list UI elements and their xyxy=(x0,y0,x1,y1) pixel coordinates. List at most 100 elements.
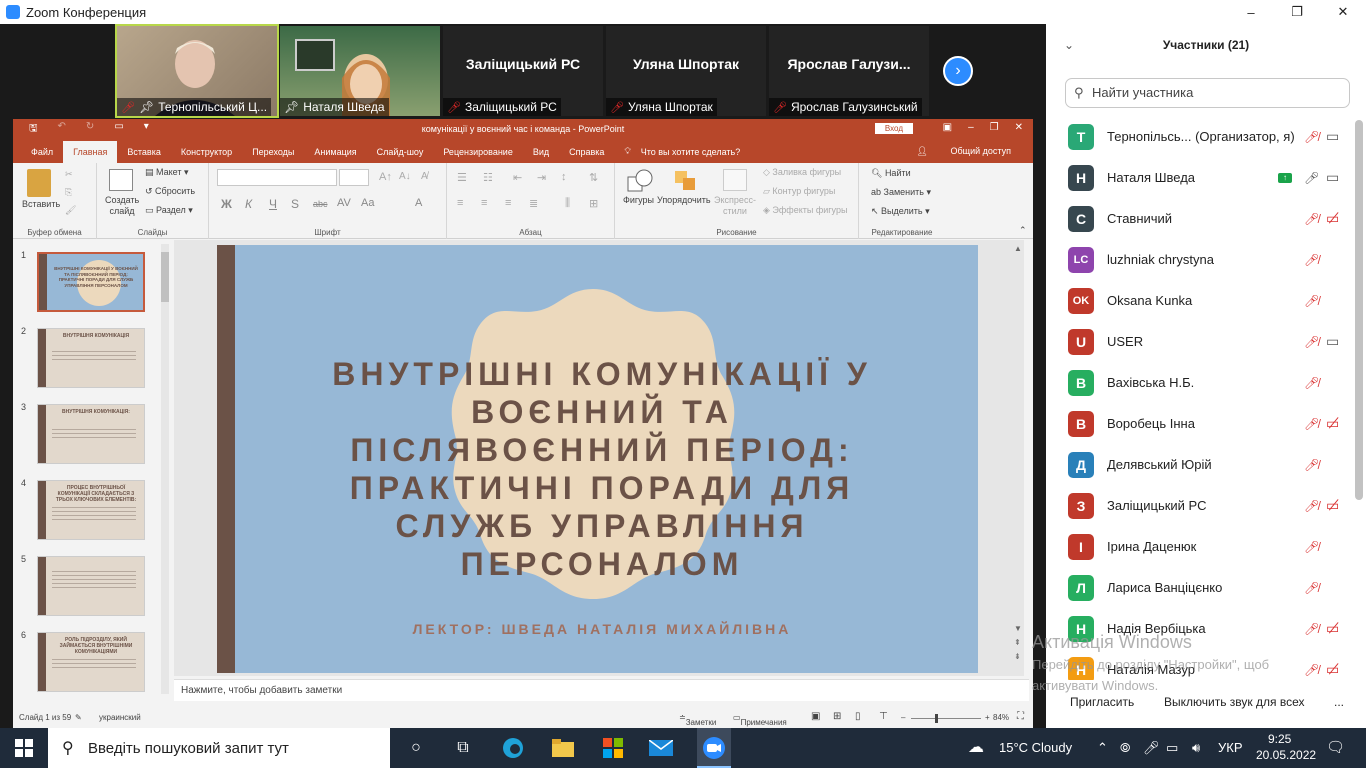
mic-muted-icon[interactable]: 🎤︎̸ xyxy=(1304,376,1319,390)
scroll-up-icon[interactable]: ▲ xyxy=(1014,244,1022,253)
clear-format-icon[interactable]: A̸ xyxy=(421,171,428,182)
thumbnail-slide-6[interactable]: РОЛЬ ПІДРОЗДІЛУ, ЯКИЙ ЗАЙМАЄТЬСЯ ВНУТРІШ… xyxy=(37,632,145,692)
thumbnail-slide-5[interactable] xyxy=(37,556,145,616)
participant-row[interactable]: B Воробець Інна 🎤︎̸ ▭̸ xyxy=(1046,403,1356,444)
italic-button[interactable]: К xyxy=(245,197,252,211)
file-explorer-icon[interactable] xyxy=(550,736,576,760)
weather-text[interactable]: 15°C Cloudy xyxy=(999,740,1072,755)
font-size-select[interactable] xyxy=(339,169,369,186)
edge-icon[interactable] xyxy=(500,736,526,760)
camera-off-icon[interactable]: ▭̸ xyxy=(1326,620,1339,637)
reading-view-icon[interactable]: ▯ xyxy=(855,711,861,722)
arrange-button[interactable]: Упорядочить xyxy=(657,195,711,205)
tab-view[interactable]: Вид xyxy=(523,147,559,163)
participant-row[interactable]: OK Oksana Kunka 🎤︎̸ xyxy=(1046,280,1356,321)
participant-row[interactable]: LC luzhniak chrystyna 🎤︎̸ xyxy=(1046,239,1356,280)
customize-icon[interactable]: ▾ xyxy=(144,121,149,138)
mic-muted-icon[interactable]: 🎤︎̸ xyxy=(1304,130,1319,144)
share-button[interactable]: 👤︎ Общий доступ xyxy=(907,146,1021,157)
new-slide-icon[interactable] xyxy=(109,169,133,191)
input-language[interactable]: УКР xyxy=(1218,740,1243,755)
strike-button[interactable]: abc xyxy=(313,199,328,209)
shape-fill-button[interactable]: ◇ Заливка фигуры xyxy=(763,167,841,178)
numbering-icon[interactable]: ☷ xyxy=(483,171,493,184)
tray-network-icon[interactable]: ▭ xyxy=(1166,740,1178,756)
reset-button[interactable]: ↺ Сбросить xyxy=(145,186,195,197)
redo-icon[interactable]: ↻ xyxy=(86,121,94,138)
camera-off-icon[interactable]: ▭̸ xyxy=(1326,210,1339,227)
camera-off-icon[interactable]: ▭̸ xyxy=(1326,415,1339,432)
clock-time[interactable]: 9:25 xyxy=(1268,732,1291,746)
shadow-button[interactable]: S xyxy=(291,197,299,211)
language-indicator[interactable]: украинский xyxy=(99,713,141,722)
mic-muted-icon[interactable]: 🎤︎̸ xyxy=(1304,540,1319,554)
taskbar-search-input[interactable]: ⚲ Введіть пошуковий запит тут xyxy=(48,728,390,768)
align-right-icon[interactable]: ≡ xyxy=(505,197,511,209)
task-view-icon[interactable]: ⧉ xyxy=(450,736,476,760)
camera-off-icon[interactable]: ▭̸ xyxy=(1326,497,1339,514)
video-tile[interactable]: Заліщицький РС 🎤︎ Заліщицький РС xyxy=(443,26,603,116)
camera-icon[interactable]: ▭ xyxy=(1326,169,1339,186)
mic-muted-icon[interactable]: 🎤︎̸ xyxy=(1304,622,1319,636)
align-left-icon[interactable]: ≡ xyxy=(457,197,463,209)
tab-review[interactable]: Рецензирование xyxy=(433,147,523,163)
select-button[interactable]: ↖ Выделить ▾ xyxy=(871,206,930,217)
collapse-ribbon-icon[interactable]: ⌃ xyxy=(1019,225,1027,236)
normal-view-icon[interactable]: ▣ xyxy=(811,711,820,722)
participants-scrollbar[interactable] xyxy=(1355,120,1363,500)
bullets-icon[interactable]: ☰ xyxy=(457,171,467,184)
arrange-icon[interactable] xyxy=(673,169,697,191)
new-slide-button[interactable]: Создать слайд xyxy=(105,195,139,217)
mic-muted-icon[interactable]: 🎤︎̸ xyxy=(1304,499,1319,513)
tab-file[interactable]: Файл xyxy=(21,147,63,163)
indent-decrease-icon[interactable]: ⇤ xyxy=(513,171,522,184)
thumbnail-scrollbar[interactable] xyxy=(161,244,169,694)
mic-muted-icon[interactable]: 🎤︎̸ xyxy=(1304,663,1319,677)
smartart-icon[interactable]: ⊞ xyxy=(589,197,598,210)
video-tile[interactable]: Уляна Шпортак 🎤︎ Уляна Шпортак xyxy=(606,26,766,116)
mic-muted-icon[interactable]: 🎤︎̸ xyxy=(1304,335,1319,349)
mic-muted-icon[interactable]: 🎤︎̸ xyxy=(1304,417,1319,431)
layout-button[interactable]: ▤ Макет ▾ xyxy=(145,167,189,178)
scroll-thumb[interactable] xyxy=(161,252,169,302)
participant-search-input[interactable]: ⚲ Найти участника xyxy=(1065,78,1350,108)
start-button[interactable] xyxy=(11,736,37,760)
more-button[interactable]: ... xyxy=(1326,692,1352,712)
video-tile[interactable]: Ярослав Галузи... 🎤︎ Ярослав Галузинський xyxy=(769,26,929,116)
shrink-font-icon[interactable]: A↓ xyxy=(399,171,411,182)
prev-slide-icon[interactable]: ⇞ xyxy=(1014,638,1021,647)
tab-transitions[interactable]: Переходы xyxy=(242,147,304,163)
pp-restore-icon[interactable]: ❐ xyxy=(990,122,999,133)
camera-icon[interactable]: ▭ xyxy=(1326,333,1339,350)
ribbon-display-icon[interactable]: ▣ xyxy=(943,122,952,133)
mic-muted-icon[interactable]: 🎤︎̸ xyxy=(1304,458,1319,472)
scroll-down-icon[interactable]: ▼ xyxy=(1014,624,1022,633)
spellcheck-icon[interactable]: ✎ xyxy=(75,713,82,722)
shapes-button[interactable]: Фигуры xyxy=(623,195,654,205)
thumbnail-slide-3[interactable]: ВНУТРІШНЯ КОМУНІКАЦІЯ: xyxy=(37,404,145,464)
cut-icon[interactable]: ✂ xyxy=(65,169,73,180)
sorter-view-icon[interactable]: ⊞ xyxy=(833,711,841,722)
signin-button[interactable]: Вход xyxy=(874,123,913,134)
spacing-button[interactable]: AV xyxy=(337,197,351,209)
participant-row[interactable]: Л Лариса Ванціцєнко 🎤︎̸ xyxy=(1046,567,1356,608)
tab-animations[interactable]: Анимация xyxy=(304,147,366,163)
camera-off-icon[interactable]: ▭̸ xyxy=(1326,661,1339,678)
weather-cloud-icon[interactable]: ☁ xyxy=(968,737,984,757)
line-spacing-icon[interactable]: ↕ xyxy=(561,171,567,183)
video-tile[interactable]: 📌︎ Наталя Шведа xyxy=(280,26,440,116)
current-slide[interactable]: ВНУТРІШНІ КОМУНІКАЦІЇ У ВОЄННИЙ ТА ПІСЛЯ… xyxy=(217,245,978,673)
font-color-button[interactable]: A xyxy=(415,197,422,209)
find-button[interactable]: 🔍︎ Найти xyxy=(871,168,911,179)
participant-row[interactable]: І Ірина Даценюк 🎤︎̸ xyxy=(1046,526,1356,567)
store-icon[interactable] xyxy=(600,736,626,760)
participant-row[interactable]: З Заліщицький РС 🎤︎̸ ▭̸ xyxy=(1046,485,1356,526)
paste-icon[interactable] xyxy=(27,169,51,197)
mic-muted-icon[interactable]: 🎤︎̸ xyxy=(1304,581,1319,595)
tab-home[interactable]: Главная xyxy=(63,141,118,163)
case-button[interactable]: Aa xyxy=(361,197,374,209)
font-name-select[interactable] xyxy=(217,169,337,186)
pp-close-icon[interactable]: ✕ xyxy=(1015,122,1023,133)
undo-icon[interactable]: ↶ xyxy=(58,121,66,138)
tell-me-input[interactable]: Что вы хотите сделать? xyxy=(641,147,751,163)
